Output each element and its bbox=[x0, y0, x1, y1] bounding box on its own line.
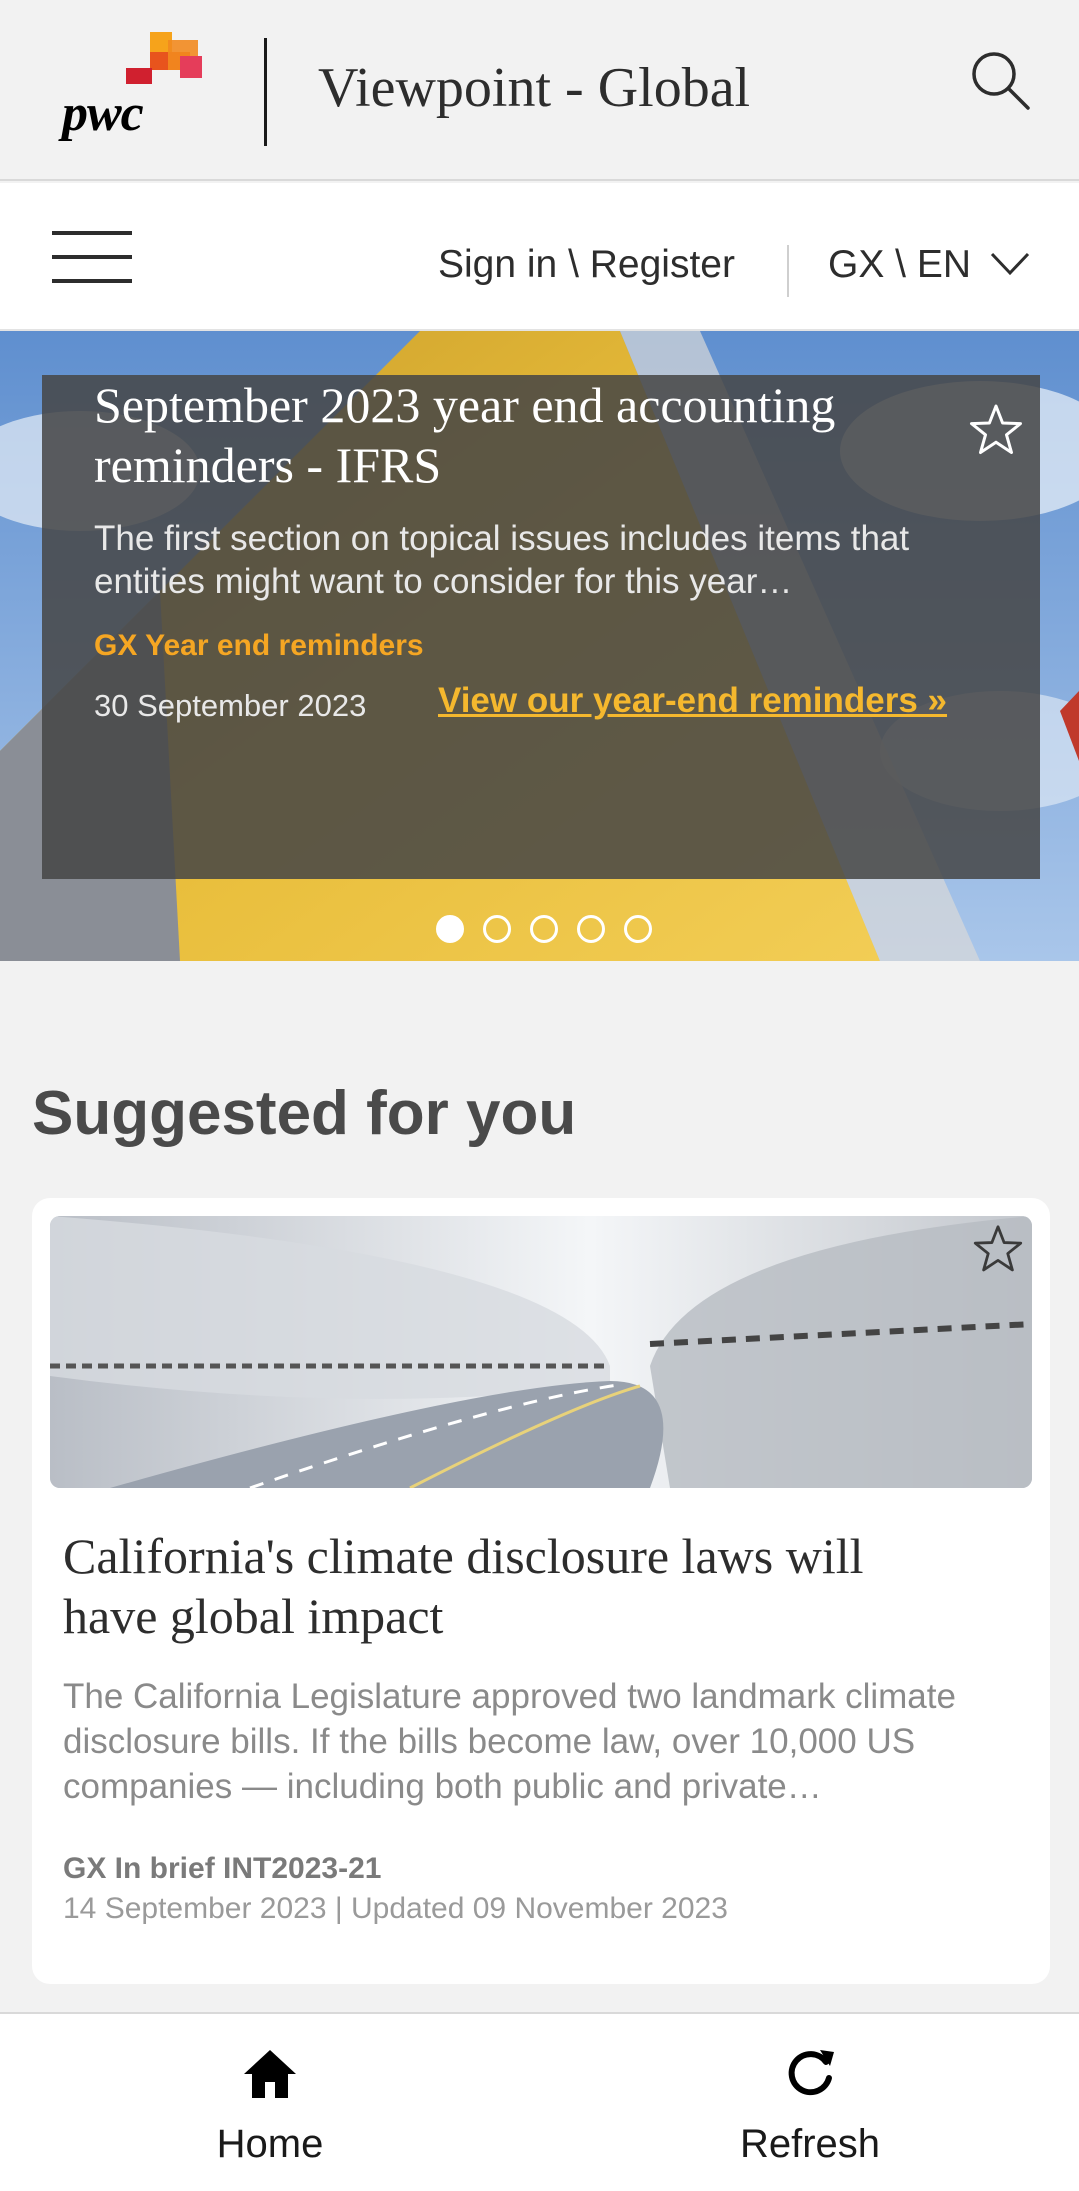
language-selector[interactable]: GX \ EN bbox=[828, 243, 971, 287]
hero-category-tag: GX Year end reminders bbox=[94, 629, 424, 662]
sign-in-register-link[interactable]: Sign in \ Register bbox=[438, 243, 735, 287]
star-outline-icon[interactable] bbox=[968, 403, 1024, 459]
nav-divider bbox=[787, 245, 789, 297]
carousel-dot-1[interactable] bbox=[436, 915, 464, 943]
hero-carousel[interactable]: September 2023 year end accounting remin… bbox=[0, 331, 1079, 961]
hero-overlay-panel: September 2023 year end accounting remin… bbox=[42, 375, 1040, 879]
header-divider bbox=[264, 38, 267, 146]
pwc-logo[interactable]: pwc bbox=[60, 30, 210, 142]
hero-date: 30 September 2023 bbox=[94, 688, 367, 723]
view-reminders-link[interactable]: View our year-end reminders » bbox=[438, 681, 947, 721]
suggested-heading: Suggested for you bbox=[32, 1079, 577, 1148]
article-title[interactable]: California's climate disclosure laws wil… bbox=[63, 1526, 963, 1646]
hamburger-icon[interactable] bbox=[52, 227, 132, 287]
tab-home-label: Home bbox=[216, 2122, 324, 2166]
nav-bar: Sign in \ Register GX \ EN bbox=[0, 183, 1079, 331]
carousel-dot-5[interactable] bbox=[624, 915, 652, 943]
home-icon bbox=[240, 2044, 300, 2104]
app-title: Viewpoint - Global bbox=[318, 57, 751, 119]
hero-description: The first section on topical issues incl… bbox=[94, 519, 910, 601]
article-date: 14 September 2023 | Updated 09 November … bbox=[63, 1892, 728, 1925]
refresh-icon bbox=[780, 2044, 840, 2104]
carousel-dot-3[interactable] bbox=[530, 915, 558, 943]
tab-refresh-label: Refresh bbox=[739, 2122, 881, 2166]
article-card[interactable]: California's climate disclosure laws wil… bbox=[32, 1198, 1050, 1984]
hero-title[interactable]: September 2023 year end accounting remin… bbox=[94, 375, 914, 495]
chevron-down-icon[interactable] bbox=[990, 251, 1030, 277]
app-header: pwc Viewpoint - Global bbox=[0, 0, 1079, 181]
carousel-dot-2[interactable] bbox=[483, 915, 511, 943]
bottom-tab-bar: Home Refresh bbox=[0, 2012, 1079, 2191]
search-icon[interactable] bbox=[968, 48, 1032, 112]
carousel-dot-4[interactable] bbox=[577, 915, 605, 943]
star-outline-icon[interactable] bbox=[972, 1224, 1024, 1276]
tab-refresh[interactable]: Refresh bbox=[660, 2014, 960, 2191]
article-image bbox=[50, 1216, 1032, 1488]
tab-home[interactable]: Home bbox=[120, 2014, 420, 2191]
logo-wordmark: pwc bbox=[62, 85, 144, 142]
article-tag: GX In brief INT2023-21 bbox=[63, 1852, 382, 1885]
article-description: The California Legislature approved two … bbox=[63, 1677, 956, 1806]
